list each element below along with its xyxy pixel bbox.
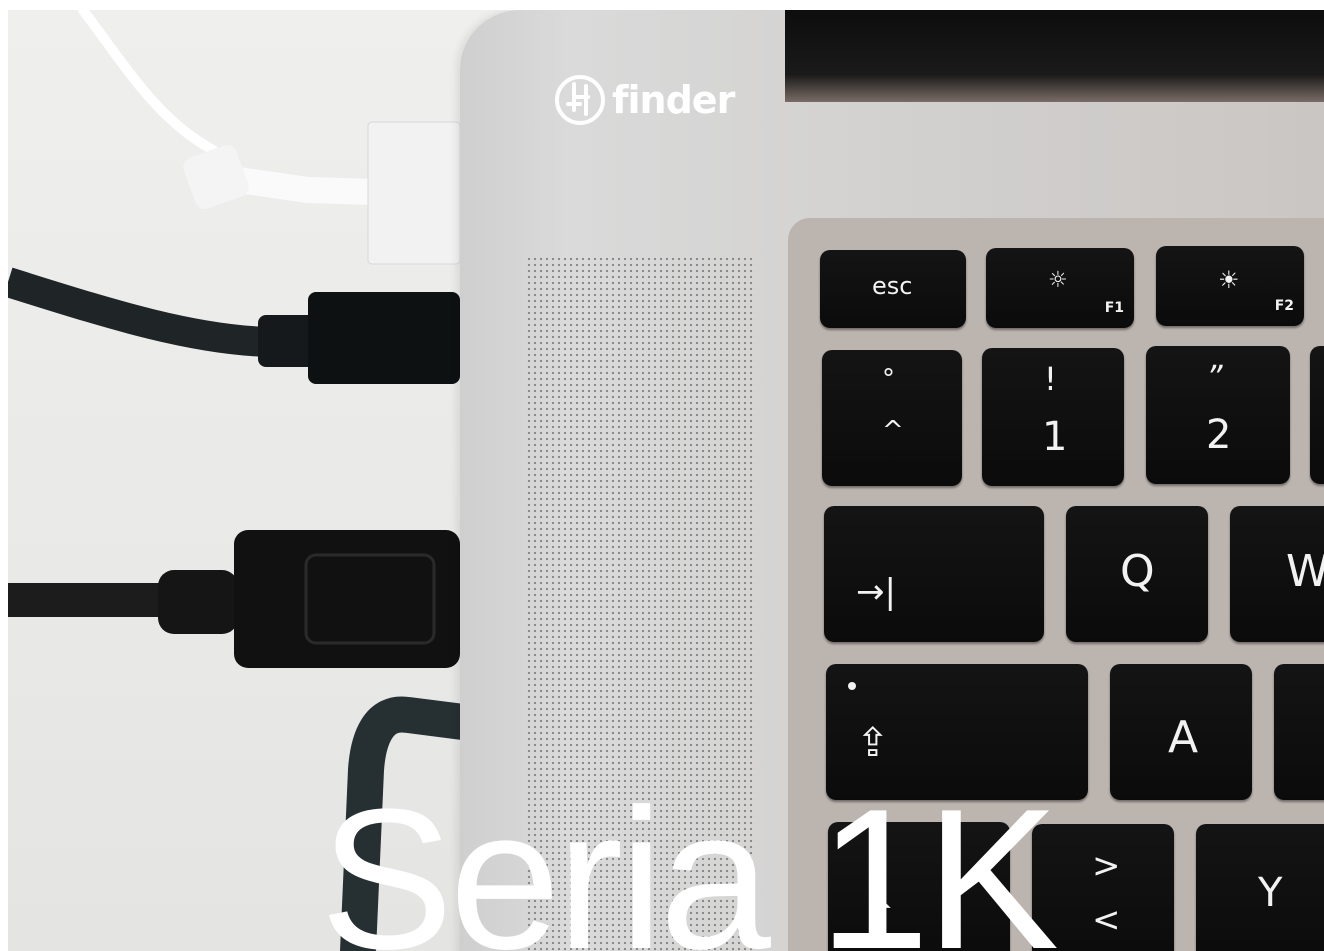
brightness-low-icon: ☼ [1048, 268, 1068, 293]
key-f2: ☀ F2 [1156, 246, 1304, 326]
key-esc-label: esc [872, 272, 913, 300]
key-a-label: A [1168, 712, 1199, 763]
key-1: ! 1 [982, 348, 1124, 486]
key-degree-label: ° [882, 364, 895, 394]
key-f1-label: F1 [1104, 300, 1124, 316]
key-3-partial [1310, 346, 1324, 484]
key-1-label: 1 [1042, 414, 1068, 460]
brightness-high-icon: ☀ [1218, 266, 1240, 294]
key-w-partial: W [1230, 506, 1324, 642]
series-title: Seria 1K [320, 768, 1059, 951]
key-y-label: Y [1258, 870, 1283, 916]
caps-lock-icon: ⇪ [856, 720, 890, 766]
finder-logo-icon [555, 75, 605, 125]
key-a: A [1110, 664, 1252, 800]
key-2-label: 2 [1206, 412, 1232, 458]
caps-indicator-dot [848, 682, 856, 690]
key-2: ” 2 [1146, 346, 1290, 484]
key-caret-label: ^ [882, 416, 904, 446]
photo-scene: esc ☼ F1 ☀ F2 ° ^ ! 1 ” 2 →| Q W ⇪ A ⇧ > [8, 10, 1324, 951]
key-q: Q [1066, 506, 1208, 642]
key-tab: →| [824, 506, 1044, 642]
key-tab-label: →| [856, 572, 896, 612]
key-excl-label: ! [1044, 360, 1057, 398]
key-q-label: Q [1120, 546, 1155, 597]
key-lt-label: < [1092, 900, 1121, 940]
key-s-partial [1274, 664, 1324, 800]
key-f2-label: F2 [1274, 298, 1294, 314]
key-f1: ☼ F1 [986, 248, 1134, 328]
key-quote-label: ” [1206, 358, 1223, 396]
finder-logo-text: finder [612, 78, 735, 122]
laptop-screen-edge [785, 10, 1324, 102]
key-w-label: W [1286, 546, 1324, 597]
key-caret: ° ^ [822, 350, 962, 486]
key-y: Y [1196, 824, 1324, 951]
key-gt-label: > [1092, 846, 1121, 886]
key-esc: esc [820, 250, 966, 328]
finder-logo: finder [554, 72, 735, 128]
